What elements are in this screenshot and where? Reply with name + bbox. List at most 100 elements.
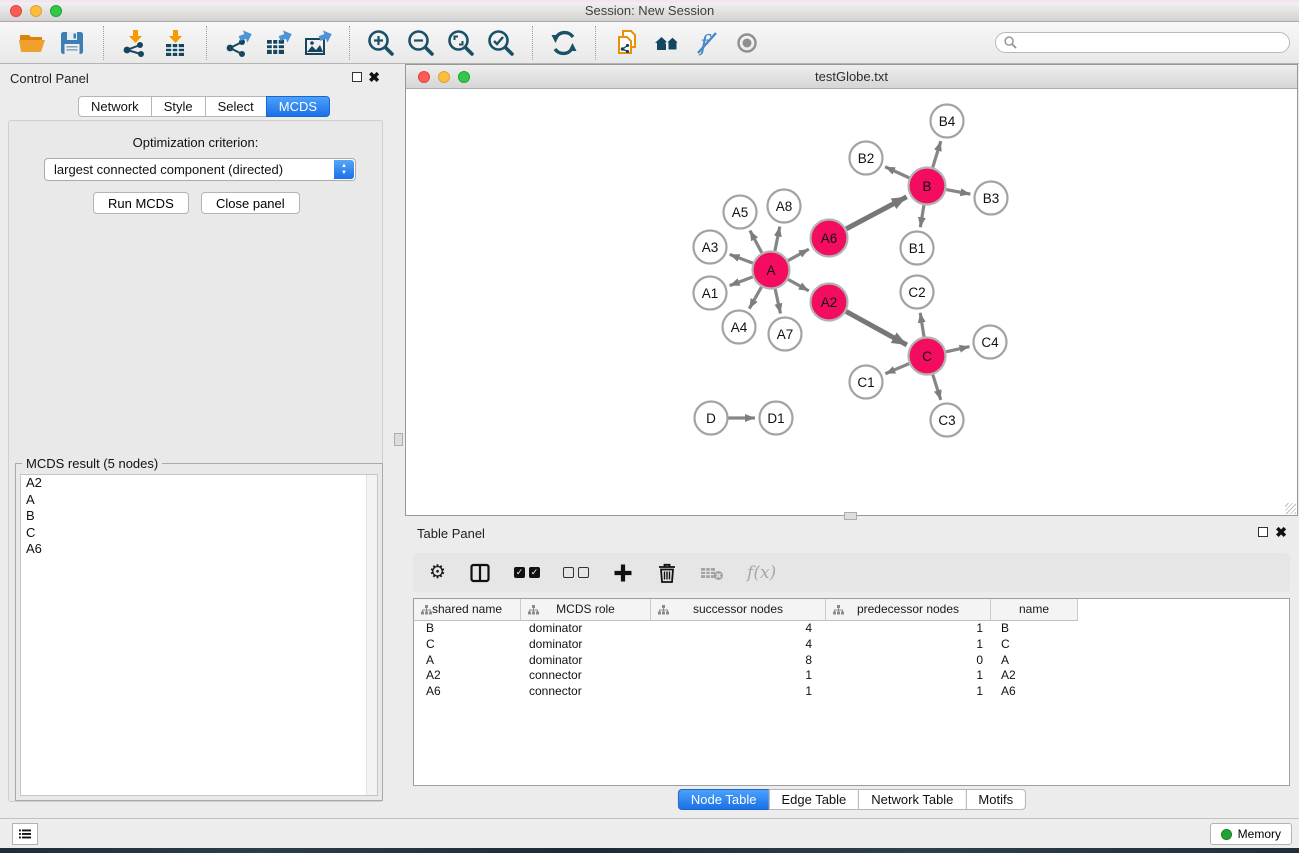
graph-node-D[interactable]: D — [695, 402, 728, 435]
zoom-fit-button[interactable] — [444, 26, 478, 60]
graph-edge-A-A7[interactable] — [775, 289, 780, 313]
graph-node-C[interactable]: C — [909, 338, 946, 375]
graph-node-A4[interactable]: A4 — [723, 311, 756, 344]
result-item-a6[interactable]: A6 — [21, 541, 377, 558]
graph-node-A8[interactable]: A8 — [768, 190, 801, 223]
graph-node-A[interactable]: A — [753, 252, 790, 289]
delete-table-button[interactable] — [700, 564, 724, 582]
first-neighbors-button[interactable] — [650, 26, 684, 60]
graph-node-B3[interactable]: B3 — [975, 182, 1008, 215]
graph-node-C3[interactable]: C3 — [931, 404, 964, 437]
import-network-button[interactable] — [118, 26, 152, 60]
graph-edge-A-A8[interactable] — [775, 227, 780, 251]
task-history-button[interactable] — [12, 823, 38, 845]
zoom-selected-button[interactable] — [484, 26, 518, 60]
tab-motifs[interactable]: Motifs — [965, 789, 1026, 810]
result-item-a[interactable]: A — [21, 492, 377, 509]
graph-edge-C-C1[interactable] — [885, 364, 909, 374]
graph-node-A6[interactable]: A6 — [811, 220, 848, 257]
save-session-button[interactable] — [55, 26, 89, 60]
column-header-shared-name[interactable]: shared name — [414, 599, 521, 621]
column-header-successor-nodes[interactable]: successor nodes — [651, 599, 826, 621]
graph-node-A5[interactable]: A5 — [724, 196, 757, 229]
result-item-c[interactable]: C — [21, 525, 377, 542]
apply-layout-button[interactable] — [547, 26, 581, 60]
graph-edge-B-B1[interactable] — [920, 205, 924, 227]
network-canvas[interactable]: B4 B2 B B3 A5 A8 A6 B1 A3 A C2 A1 A2 A4 A7 C4 C C1 C3 D D1 — [406, 89, 1297, 515]
graph-edge-A2-C[interactable] — [846, 311, 907, 344]
splitter-handle-vertical[interactable] — [394, 433, 403, 446]
splitter-handle-horizontal[interactable] — [844, 512, 857, 520]
tab-mcds[interactable]: MCDS — [266, 96, 330, 117]
result-item-b[interactable]: B — [21, 508, 377, 525]
graph-node-B2[interactable]: B2 — [850, 142, 883, 175]
graph-edge-B-B3[interactable] — [946, 190, 970, 195]
graph-edge-C-C2[interactable] — [920, 313, 924, 337]
criterion-dropdown[interactable]: largest connected component (directed) ▲… — [44, 158, 356, 181]
graph-node-C4[interactable]: C4 — [974, 326, 1007, 359]
import-table-button[interactable] — [158, 26, 192, 60]
graph-node-A7[interactable]: A7 — [769, 318, 802, 351]
graph-node-D1[interactable]: D1 — [760, 402, 793, 435]
open-session-button[interactable] — [15, 26, 49, 60]
graph-edge-A-A2[interactable] — [788, 279, 809, 290]
graph-node-B[interactable]: B — [909, 168, 946, 205]
graph-node-A3[interactable]: A3 — [694, 231, 727, 264]
run-mcds-button[interactable]: Run MCDS — [93, 192, 189, 214]
table-row[interactable]: Adominator80A — [414, 653, 1289, 669]
graph-edge-A-A4[interactable] — [749, 287, 761, 309]
export-table-button[interactable] — [261, 26, 295, 60]
table-row[interactable]: Cdominator41C — [414, 637, 1289, 653]
mcds-result-list[interactable]: A2ABCA6 — [20, 474, 378, 796]
select-all-button[interactable]: ✓ ✓ — [514, 567, 540, 578]
show-all-button[interactable] — [730, 26, 764, 60]
close-panel-icon[interactable]: ✖ — [1275, 524, 1287, 541]
tab-network-table[interactable]: Network Table — [858, 789, 966, 810]
close-panel-icon[interactable]: ✖ — [368, 69, 380, 86]
graph-edge-A-A1[interactable] — [730, 277, 753, 286]
export-network-button[interactable] — [221, 26, 255, 60]
graph-edge-B-B4[interactable] — [933, 141, 941, 167]
float-panel-icon[interactable] — [1258, 527, 1268, 537]
graph-node-B4[interactable]: B4 — [931, 105, 964, 138]
graph-node-C2[interactable]: C2 — [901, 276, 934, 309]
tab-edge-table[interactable]: Edge Table — [768, 789, 859, 810]
delete-column-button[interactable] — [657, 562, 677, 584]
column-header-name[interactable]: name — [991, 599, 1078, 621]
result-item-a2[interactable]: A2 — [21, 475, 377, 492]
search-input[interactable] — [1017, 35, 1281, 51]
graph-edge-C-C4[interactable] — [946, 347, 969, 352]
graph-node-A1[interactable]: A1 — [694, 277, 727, 310]
graph-edge-A-A5[interactable] — [750, 231, 762, 253]
graph-edge-A-A3[interactable] — [730, 254, 753, 263]
add-column-button[interactable] — [612, 562, 634, 584]
function-builder-button[interactable]: f(x) — [747, 563, 776, 583]
table-row[interactable]: A6connector11A6 — [414, 684, 1289, 700]
tab-style[interactable]: Style — [151, 96, 206, 117]
graph-edge-C-C3[interactable] — [933, 375, 941, 400]
resize-grip[interactable] — [1285, 503, 1296, 514]
table-row[interactable]: Bdominator41B — [414, 621, 1289, 637]
table-options-button[interactable]: ⚙ — [429, 563, 446, 582]
graph-node-C1[interactable]: C1 — [850, 366, 883, 399]
tab-node-table[interactable]: Node Table — [678, 789, 770, 810]
zoom-in-button[interactable] — [364, 26, 398, 60]
column-visibility-button[interactable] — [469, 562, 491, 584]
memory-button[interactable]: Memory — [1210, 823, 1292, 845]
tab-select[interactable]: Select — [205, 96, 267, 117]
graph-node-A2[interactable]: A2 — [811, 284, 848, 321]
column-header-predecessor-nodes[interactable]: predecessor nodes — [826, 599, 991, 621]
export-image-button[interactable] — [301, 26, 335, 60]
network-snapshot-button[interactable] — [610, 26, 644, 60]
network-window-titlebar[interactable]: testGlobe.txt — [406, 65, 1297, 89]
graph-edge-B-B2[interactable] — [885, 167, 909, 178]
graph-edge-A6-B[interactable] — [846, 197, 906, 229]
tab-network[interactable]: Network — [78, 96, 152, 117]
scrollbar-track[interactable] — [366, 475, 377, 795]
deselect-all-button[interactable] — [563, 567, 589, 578]
close-panel-button[interactable]: Close panel — [201, 192, 300, 214]
graph-node-B1[interactable]: B1 — [901, 232, 934, 265]
hide-selected-button[interactable]: f — [690, 26, 724, 60]
graph-edge-A-A6[interactable] — [788, 249, 809, 260]
zoom-out-button[interactable] — [404, 26, 438, 60]
